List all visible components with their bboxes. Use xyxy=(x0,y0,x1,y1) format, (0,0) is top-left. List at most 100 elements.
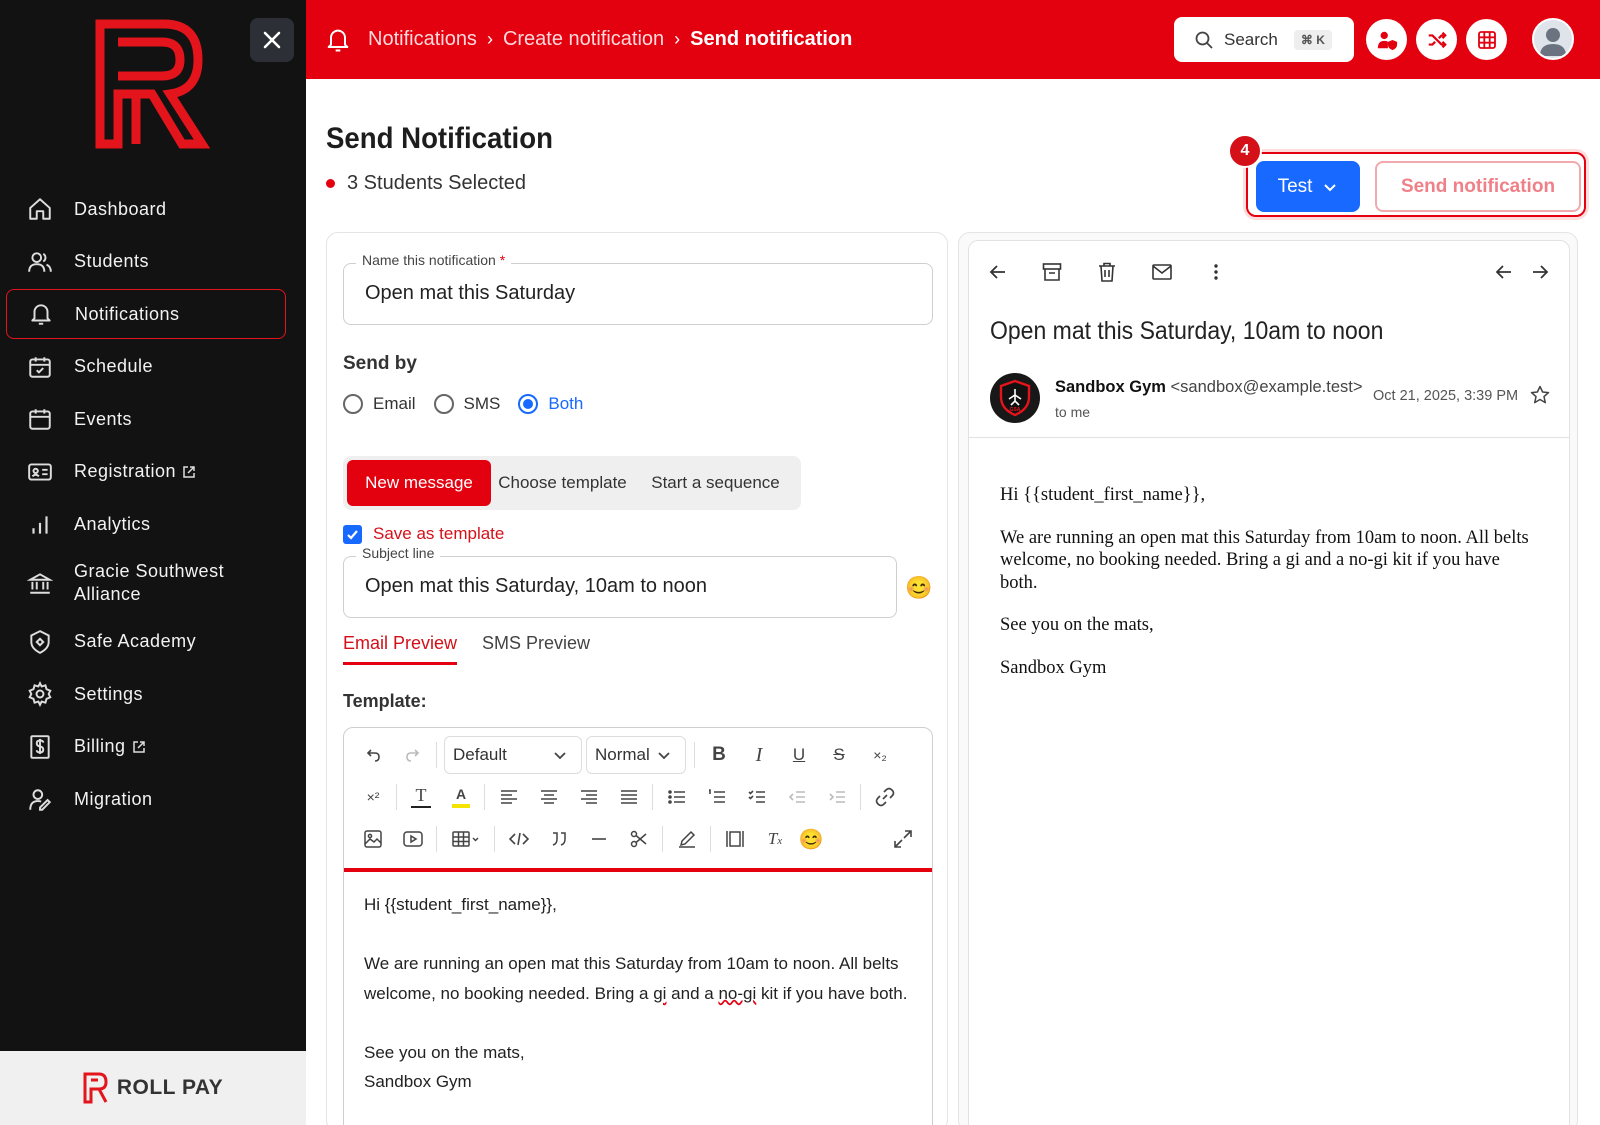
save-as-template-checkbox[interactable] xyxy=(343,524,362,544)
font-family-value: Default xyxy=(453,745,507,764)
sidebar-item-events[interactable]: Events xyxy=(6,394,286,444)
tab-email-preview[interactable]: Email Preview xyxy=(343,633,458,665)
choose-template-button[interactable]: Choose template xyxy=(491,460,634,506)
editor-content[interactable]: Hi {{student_first_name}}, We are runnin… xyxy=(364,890,914,1097)
breadcrumb-create-notification[interactable]: Create notification xyxy=(503,28,664,51)
radio-email[interactable] xyxy=(343,394,363,414)
indent-button[interactable] xyxy=(822,780,852,814)
next-email-button[interactable] xyxy=(1525,257,1555,287)
horizontal-rule-button[interactable] xyxy=(584,822,614,856)
radio-email-label[interactable]: Email xyxy=(373,394,416,414)
sidebar-item-settings[interactable]: Settings xyxy=(6,669,286,719)
text-size-select[interactable]: Normal xyxy=(586,736,686,774)
star-button[interactable] xyxy=(1530,385,1550,410)
search-label: Search xyxy=(1224,29,1278,49)
more-options-button[interactable] xyxy=(1201,257,1231,287)
strikethrough-button[interactable]: S xyxy=(824,738,854,772)
radio-sms[interactable] xyxy=(433,394,454,414)
checklist-button[interactable] xyxy=(742,780,772,814)
sender-name: Sandbox Gym xyxy=(1055,378,1166,396)
fullscreen-button[interactable] xyxy=(888,822,918,856)
apps-grid-button[interactable] xyxy=(1466,19,1507,60)
subject-line-field[interactable]: Subject line Open mat this Saturday, 10a… xyxy=(343,545,897,618)
bullet-list-button[interactable] xyxy=(662,780,692,814)
cut-button[interactable] xyxy=(624,822,654,856)
align-left-button[interactable] xyxy=(494,780,524,814)
highlight-icon: A xyxy=(455,785,467,802)
gsa-avatar-text: GSA xyxy=(1010,407,1021,413)
shuffle-button[interactable] xyxy=(1416,19,1457,60)
sidebar-item-billing[interactable]: Billing xyxy=(6,722,286,772)
sidebar-item-label: Settings xyxy=(74,683,144,704)
emoji-picker-button[interactable]: 😊 xyxy=(905,575,932,601)
justify-button[interactable] xyxy=(614,780,644,814)
email-body: Hi {{student_first_name}}, We are runnin… xyxy=(1000,484,1540,699)
undo-button[interactable] xyxy=(358,738,388,772)
new-message-button[interactable]: New message xyxy=(347,460,491,506)
underline-button[interactable]: U xyxy=(784,738,814,772)
subject-line-value: Open mat this Saturday, 10am to noon xyxy=(365,575,708,597)
align-center-button[interactable] xyxy=(534,780,564,814)
outdent-button[interactable] xyxy=(782,780,812,814)
radio-both-label[interactable]: Both xyxy=(548,394,583,414)
show-blocks-button[interactable] xyxy=(720,822,750,856)
bold-button[interactable]: B xyxy=(704,738,734,772)
highlight-color-button[interactable]: A xyxy=(446,780,476,814)
sidebar-item-label: Notifications xyxy=(75,303,180,324)
blockquote-button[interactable] xyxy=(544,822,574,856)
sidebar: Dashboard Students Notifications Schedul… xyxy=(0,0,306,1125)
scissors-icon xyxy=(630,830,647,848)
page-title: Send Notification xyxy=(326,122,553,155)
superscript-icon: ×² xyxy=(366,789,380,805)
redo-button[interactable] xyxy=(398,738,428,772)
save-as-template-label[interactable]: Save as template xyxy=(373,524,504,544)
text-color-button[interactable]: T xyxy=(406,780,436,814)
breadcrumb-notifications[interactable]: Notifications xyxy=(368,28,477,51)
mark-unread-button[interactable] xyxy=(1147,257,1177,287)
tab-sms-preview[interactable]: SMS Preview xyxy=(482,633,590,665)
insert-image-button[interactable] xyxy=(358,822,388,856)
notification-name-field[interactable]: Name this notification * Open mat this S… xyxy=(343,252,933,325)
sidebar-item-dashboard[interactable]: Dashboard xyxy=(6,184,286,234)
numbered-list-button[interactable] xyxy=(702,780,732,814)
sidebar-item-gracie-southwest-alliance[interactable]: Gracie Southwest Alliance xyxy=(6,552,286,614)
radio-both[interactable] xyxy=(518,394,539,414)
radio-sms-label[interactable]: SMS xyxy=(464,394,501,414)
horizontal-line-icon xyxy=(592,838,606,840)
previous-email-button[interactable] xyxy=(1489,257,1519,287)
send-notification-button[interactable]: Send notification xyxy=(1375,161,1581,212)
italic-button[interactable]: I xyxy=(744,738,774,772)
external-link-icon xyxy=(132,740,146,754)
start-sequence-button[interactable]: Start a sequence xyxy=(634,460,797,506)
toolbar-divider xyxy=(662,826,663,852)
close-sidebar-button[interactable] xyxy=(250,18,294,62)
sidebar-item-safe-academy[interactable]: Safe Academy xyxy=(6,617,286,667)
sidebar-item-students[interactable]: Students xyxy=(6,237,286,287)
avatar[interactable] xyxy=(1532,18,1574,60)
sidebar-item-notifications[interactable]: Notifications xyxy=(6,289,286,340)
insert-link-button[interactable] xyxy=(870,780,900,814)
code-view-button[interactable] xyxy=(504,822,534,856)
sidebar-item-schedule[interactable]: Schedule xyxy=(6,342,286,392)
emoji-button[interactable]: 😊 xyxy=(796,822,826,856)
subscript-button[interactable]: ×₂ xyxy=(864,738,896,772)
video-icon xyxy=(403,831,423,847)
clear-format-button[interactable]: Tx xyxy=(760,822,790,856)
superscript-button[interactable]: ×² xyxy=(358,780,388,814)
search-button[interactable]: Search ⌘ K xyxy=(1174,17,1354,62)
sidebar-item-analytics[interactable]: Analytics xyxy=(6,500,286,550)
roll-r-logo[interactable] xyxy=(92,14,212,152)
draw-button[interactable] xyxy=(672,822,702,856)
sidebar-item-registration[interactable]: Registration xyxy=(6,447,286,497)
test-button[interactable]: Test xyxy=(1256,161,1360,212)
insert-table-button[interactable] xyxy=(446,822,486,856)
align-right-button[interactable] xyxy=(574,780,604,814)
insert-video-button[interactable] xyxy=(398,822,428,856)
user-access-button[interactable] xyxy=(1366,19,1407,60)
font-family-select[interactable]: Default xyxy=(444,736,582,774)
archive-button[interactable] xyxy=(1037,257,1067,287)
back-button[interactable] xyxy=(983,257,1013,287)
delete-button[interactable] xyxy=(1092,257,1122,287)
sidebar-item-label: Billing xyxy=(74,736,126,757)
sidebar-item-migration[interactable]: Migration xyxy=(6,775,286,825)
